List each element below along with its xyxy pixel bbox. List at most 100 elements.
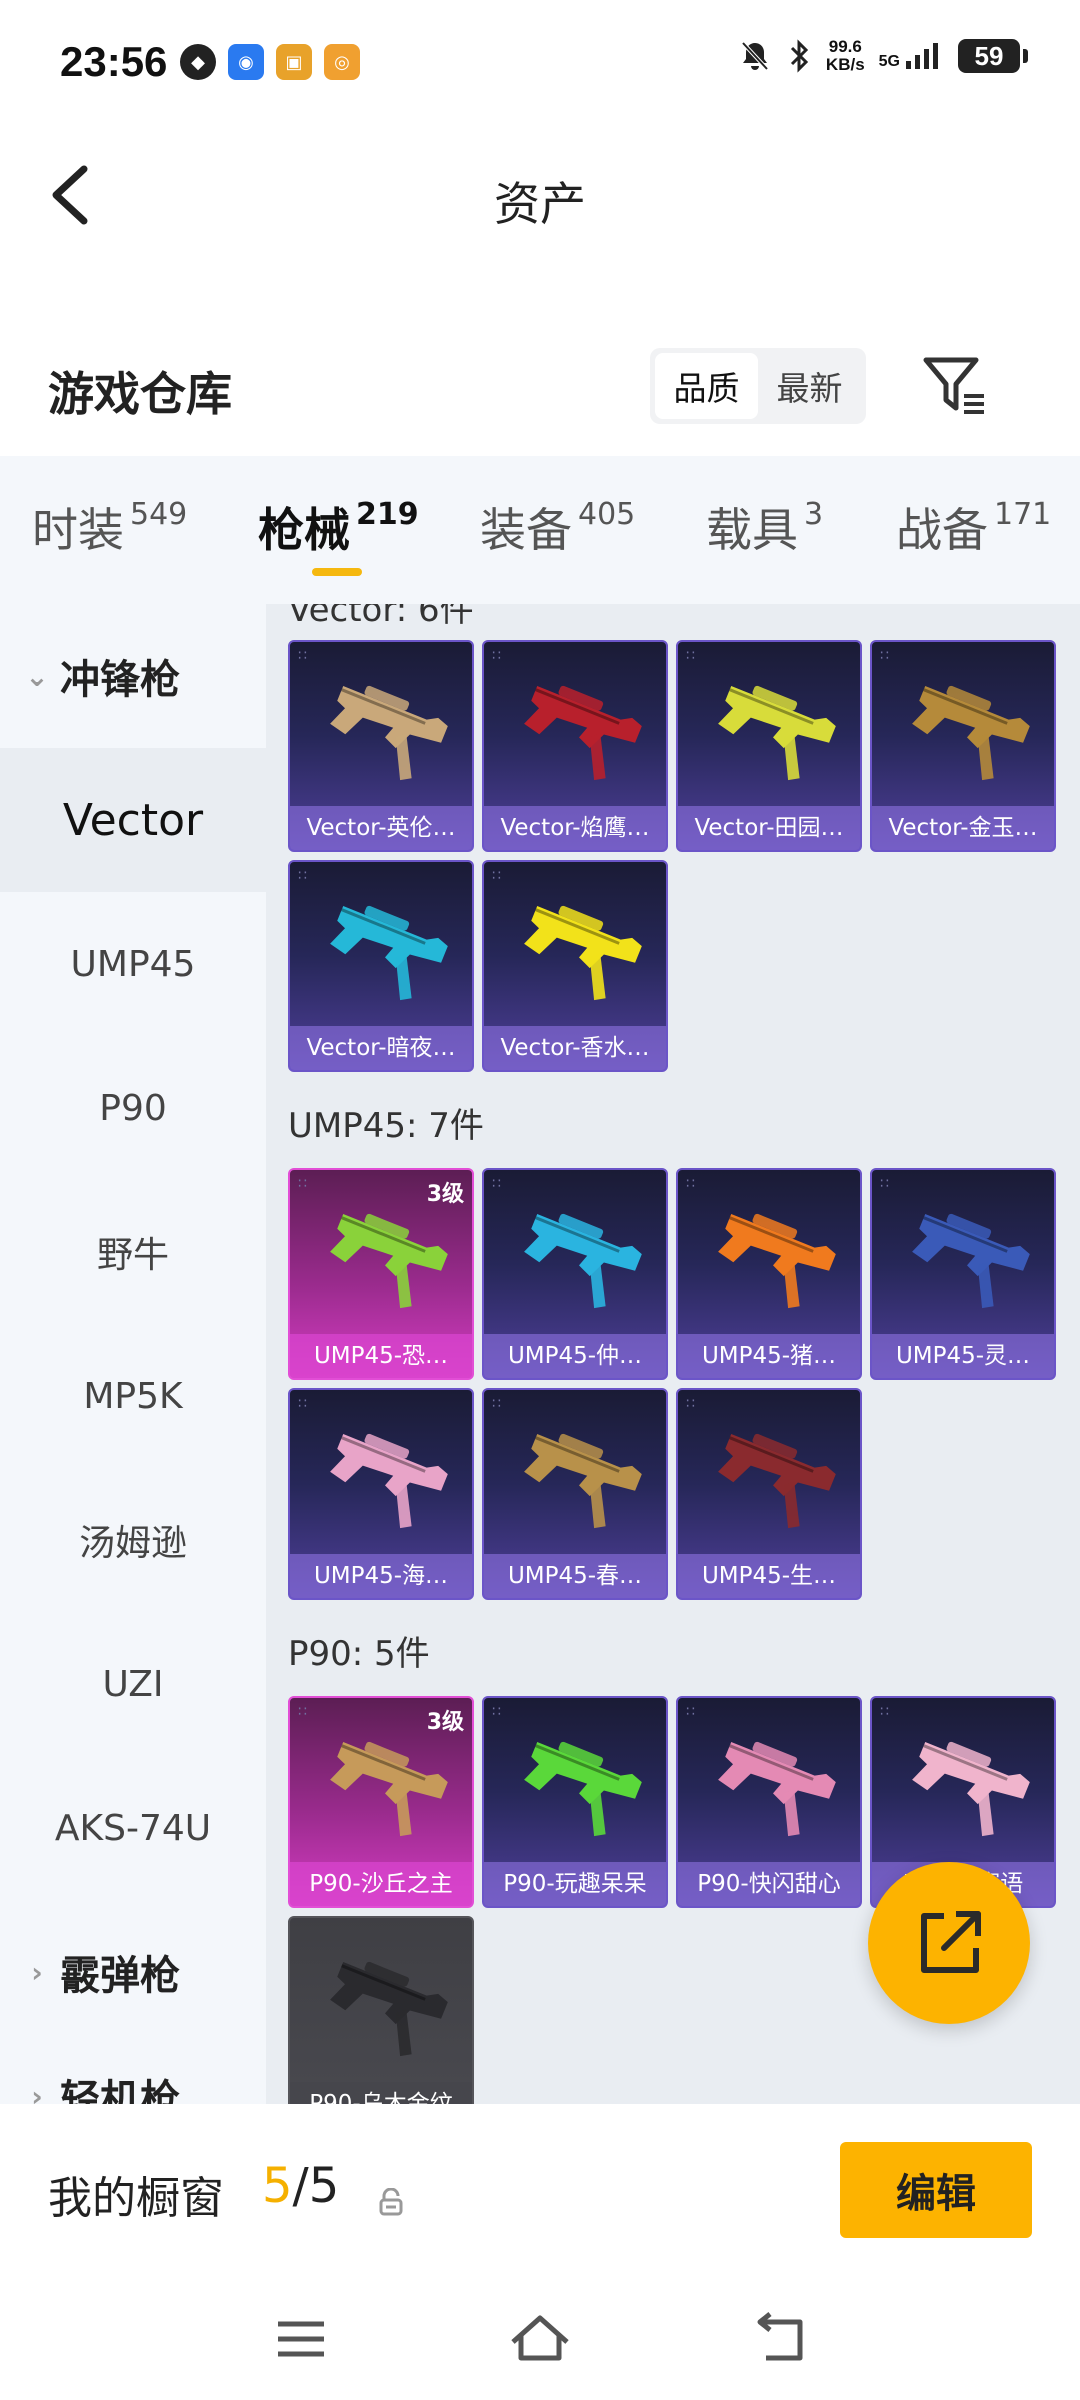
- skin-name: UMP45-春…: [484, 1554, 666, 1598]
- tab-equipment[interactable]: 装备 405: [480, 494, 635, 560]
- decor-dots: ∷: [492, 868, 503, 884]
- tab-count: 3: [804, 497, 824, 532]
- tab-label: 装备: [480, 503, 572, 557]
- skin-card[interactable]: ∷ 3级 UMP45-恐…: [288, 1168, 474, 1380]
- status-bar: 23:56 ◆ ◉ ▣ ◎ 99.6 KB/s 5G 59: [0, 0, 1080, 120]
- skin-card[interactable]: ∷ UMP45-生…: [676, 1388, 862, 1600]
- share-button[interactable]: [868, 1862, 1030, 2024]
- vector-smg-icon: [718, 685, 836, 781]
- showcase-current: 5: [262, 2158, 293, 2214]
- skin-name: Vector-香水…: [484, 1026, 666, 1070]
- sidebar-item-mp5k[interactable]: MP5K: [0, 1324, 266, 1468]
- skin-name: UMP45-恐…: [290, 1334, 472, 1378]
- decor-dots: ∷: [298, 648, 309, 664]
- skin-card[interactable]: ∷ Vector-英伦…: [288, 640, 474, 852]
- sidebar-group-shotgun[interactable]: › 霰弹枪: [0, 1900, 266, 2044]
- skin-name: P90-快闪甜心: [678, 1862, 860, 1906]
- skin-card[interactable]: ∷ P90-玩趣呆呆: [482, 1696, 668, 1908]
- decor-dots: ∷: [686, 1396, 697, 1412]
- skin-card[interactable]: ∷ Vector-暗夜…: [288, 860, 474, 1072]
- sidebar-item-p90[interactable]: P90: [0, 1036, 266, 1180]
- filter-icon: [923, 357, 984, 414]
- skin-name: Vector-英伦…: [290, 806, 472, 850]
- decor-dots: ∷: [298, 1176, 309, 1192]
- skin-card[interactable]: ∷ UMP45-仲…: [482, 1168, 668, 1380]
- skin-card[interactable]: ∷ Vector-焰鹰…: [482, 640, 668, 852]
- decor-dots: ∷: [492, 648, 503, 664]
- skin-name: P90-乌木金纹: [290, 2082, 472, 2104]
- vector-smg-icon: [524, 685, 642, 781]
- sidebar-item-ump45[interactable]: UMP45: [0, 892, 266, 1036]
- tab-count: 171: [994, 497, 1052, 532]
- edit-button[interactable]: 编辑: [840, 2142, 1032, 2238]
- home-icon[interactable]: [505, 2304, 575, 2374]
- skin-name: Vector-暗夜…: [290, 1026, 472, 1070]
- ump45-smg-icon: [912, 1213, 1030, 1309]
- sort-quality-button[interactable]: 品质: [655, 353, 758, 419]
- tab-weapons[interactable]: 枪械 219: [258, 494, 419, 560]
- vector-smg-icon: [524, 905, 642, 1001]
- tab-fashion[interactable]: 时装 549: [32, 494, 187, 560]
- sidebar-group-smg[interactable]: ⌄ 冲锋枪: [0, 604, 266, 748]
- section-header-ump45: UMP45: 7件: [288, 1106, 484, 1146]
- section-header-vector: Vector: 6件: [288, 604, 474, 630]
- sidebar-item-bizon[interactable]: 野牛: [0, 1180, 266, 1324]
- signal-group: 5G: [879, 41, 944, 71]
- decor-dots: ∷: [298, 1704, 309, 1720]
- category-tabs: 时装 549 枪械 219 装备 405 载具 3 战备 171: [0, 456, 1080, 604]
- tab-vehicles[interactable]: 载具 3: [706, 494, 823, 560]
- sidebar-item-vector[interactable]: Vector: [0, 748, 266, 892]
- showcase-bar: 我的橱窗 5/5 编辑: [0, 2104, 1080, 2284]
- section-header-p90: P90: 5件: [288, 1634, 430, 1674]
- sidebar-item-thompson[interactable]: 汤姆逊: [0, 1468, 266, 1612]
- decor-dots: ∷: [492, 1176, 503, 1192]
- skin-card[interactable]: ∷ UMP45-灵…: [870, 1168, 1056, 1380]
- ump45-smg-icon: [718, 1433, 836, 1529]
- decor-dots: ∷: [492, 1704, 503, 1720]
- p90-smg-icon: [912, 1741, 1030, 1837]
- ump45-smg-icon: [330, 1433, 448, 1529]
- sort-newest-button[interactable]: 最新: [758, 353, 861, 419]
- network-speed: 99.6 KB/s: [826, 38, 865, 74]
- status-right: 99.6 KB/s 5G 59: [738, 38, 1028, 74]
- sidebar-group-lmg[interactable]: › 轻机枪: [0, 2024, 266, 2104]
- ump45-smg-icon: [718, 1213, 836, 1309]
- skin-card[interactable]: ∷ P90-快闪甜心: [676, 1696, 862, 1908]
- sidebar-item-aks74u[interactable]: AKS-74U: [0, 1756, 266, 1900]
- sidebar-group-label: 冲锋枪: [60, 657, 180, 703]
- skin-name: P90-玩趣呆呆: [484, 1862, 666, 1906]
- chevron-down-icon: ⌄: [25, 659, 49, 693]
- skin-card[interactable]: ∷ UMP45-海…: [288, 1388, 474, 1600]
- tab-count: 219: [356, 497, 419, 532]
- showcase-separator: /: [292, 2158, 309, 2214]
- skin-card[interactable]: ∷ Vector-田园…: [676, 640, 862, 852]
- radio-app-icon: ◉: [228, 44, 264, 80]
- back-nav-icon[interactable]: [746, 2304, 816, 2374]
- p90-smg-icon: [524, 1741, 642, 1837]
- skin-card[interactable]: ∷ Vector-金玉…: [870, 640, 1056, 852]
- p90-smg-icon: [330, 1741, 448, 1837]
- skin-name: UMP45-猪…: [678, 1334, 860, 1378]
- page-title: 资产: [494, 177, 586, 231]
- skin-card[interactable]: P90-乌木金纹: [288, 1916, 474, 2104]
- game-app-icon: ▣: [276, 44, 312, 80]
- skin-card[interactable]: ∷ UMP45-春…: [482, 1388, 668, 1600]
- notification-icons: ◆ ◉ ▣ ◎: [180, 44, 360, 80]
- filter-button[interactable]: [920, 352, 988, 420]
- tab-label: 枪械: [258, 503, 350, 557]
- decor-dots: ∷: [686, 1704, 697, 1720]
- ump45-smg-icon: [524, 1213, 642, 1309]
- status-time: 23:56: [60, 38, 168, 85]
- skin-card[interactable]: ∷ 3级 P90-沙丘之主: [288, 1696, 474, 1908]
- chevron-right-icon: ›: [31, 2079, 43, 2105]
- skin-card[interactable]: ∷ UMP45-猪…: [676, 1168, 862, 1380]
- menu-icon[interactable]: [266, 2304, 336, 2374]
- speed-unit: KB/s: [825, 55, 865, 74]
- p90-smg-icon: [330, 1961, 448, 2057]
- skin-name: UMP45-仲…: [484, 1334, 666, 1378]
- sidebar-item-uzi[interactable]: UZI: [0, 1612, 266, 1756]
- skin-name: Vector-田园…: [678, 806, 860, 850]
- tab-supplies[interactable]: 战备 171: [896, 494, 1051, 560]
- skin-card[interactable]: ∷ Vector-香水…: [482, 860, 668, 1072]
- decor-dots: ∷: [880, 1704, 891, 1720]
